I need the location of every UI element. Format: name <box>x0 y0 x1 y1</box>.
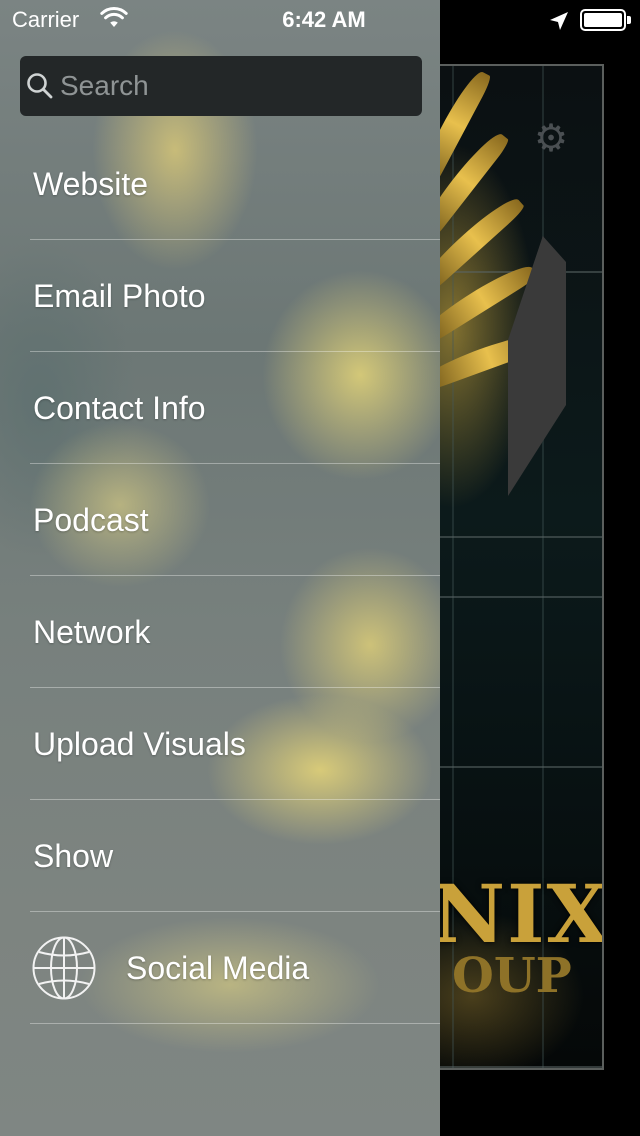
menu-item-label: Network <box>33 614 151 650</box>
menu-item-label: Social Media <box>126 950 310 986</box>
artwork-line <box>412 1066 602 1068</box>
menu-list: Website Email Photo Contact Info Podcast… <box>0 128 440 1024</box>
globe-icon <box>32 936 96 1000</box>
battery-level <box>584 13 622 27</box>
artwork-line <box>412 536 602 538</box>
artwork-line <box>412 766 602 768</box>
menu-item-social-media[interactable]: Social Media <box>0 912 440 1024</box>
screen: ⚙ NIX OUP Website Email Photo Contact In… <box>0 0 640 1136</box>
menu-item-label: Show <box>33 838 114 874</box>
menu-item-podcast[interactable]: Podcast <box>0 464 440 576</box>
side-menu-drawer: Website Email Photo Contact Info Podcast… <box>0 0 440 1136</box>
divider <box>30 1023 440 1024</box>
status-time: 6:42 AM <box>282 7 366 32</box>
menu-item-contact-info[interactable]: Contact Info <box>0 352 440 464</box>
menu-item-network[interactable]: Network <box>0 576 440 688</box>
search-icon <box>27 73 53 99</box>
battery-full-icon <box>580 9 626 31</box>
menu-item-label: Website <box>33 166 149 202</box>
status-bar: Carrier 6:42 AM <box>0 0 640 40</box>
gear-icon[interactable]: ⚙ <box>532 120 570 158</box>
menu-item-upload-visuals[interactable]: Upload Visuals <box>0 688 440 800</box>
search-input[interactable] <box>60 60 410 112</box>
artwork-line <box>412 596 602 598</box>
menu-item-label: Podcast <box>33 502 149 538</box>
brand-logo-subtext: OUP <box>452 948 572 1004</box>
menu-item-label: Contact Info <box>33 390 206 426</box>
brand-logo-text: NIX <box>432 867 604 961</box>
menu-item-email-photo[interactable]: Email Photo <box>0 240 440 352</box>
menu-item-label: Email Photo <box>33 278 206 314</box>
menu-item-show[interactable]: Show <box>0 800 440 912</box>
menu-item-website[interactable]: Website <box>0 128 440 240</box>
location-arrow-icon <box>550 12 568 30</box>
menu-item-label: Upload Visuals <box>33 726 246 762</box>
battery-tip <box>627 16 631 24</box>
